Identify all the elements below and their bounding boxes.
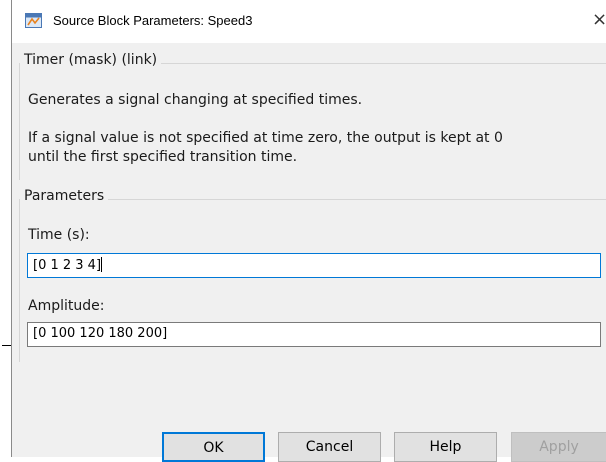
time-input[interactable]: [0 1 2 3 4] bbox=[27, 253, 601, 278]
parameters-legend: Parameters bbox=[20, 188, 109, 204]
description-line-3: until the first specified transition tim… bbox=[28, 149, 298, 165]
amplitude-value: [0 100 120 180 200] bbox=[33, 326, 168, 341]
description-line-1: Generates a signal changing at specified… bbox=[28, 92, 363, 108]
close-icon[interactable]: × bbox=[592, 8, 606, 32]
amplitude-input[interactable]: [0 100 120 180 200] bbox=[27, 322, 601, 347]
cancel-button[interactable]: Cancel bbox=[278, 432, 381, 462]
help-button[interactable]: Help bbox=[394, 432, 497, 462]
text-caret bbox=[101, 257, 103, 272]
external-line-mark bbox=[2, 345, 11, 346]
time-value: [0 1 2 3 4] bbox=[33, 258, 102, 273]
amplitude-label: Amplitude: bbox=[28, 298, 105, 314]
window-title: Source Block Parameters: Speed3 bbox=[53, 13, 253, 28]
time-label: Time (s): bbox=[28, 227, 90, 243]
title-bar: Source Block Parameters: Speed3 × bbox=[12, 0, 606, 43]
description-line-2: If a signal value is not specified at ti… bbox=[28, 130, 503, 146]
apply-button[interactable]: Apply bbox=[511, 432, 606, 462]
block-parameters-dialog: Source Block Parameters: Speed3 × Timer … bbox=[11, 0, 606, 462]
ok-button[interactable]: OK bbox=[162, 432, 265, 462]
description-legend: Timer (mask) (link) bbox=[20, 52, 162, 68]
simulink-block-icon bbox=[25, 13, 42, 28]
